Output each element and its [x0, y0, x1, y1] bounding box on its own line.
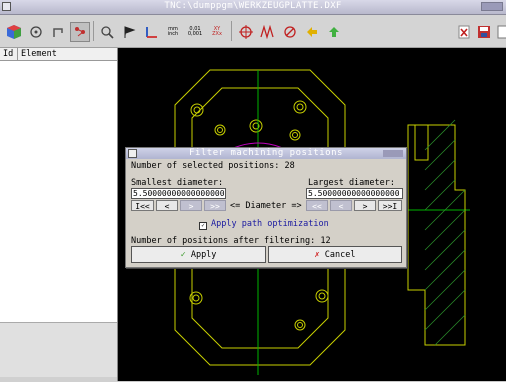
yellow-arrow-icon[interactable] [302, 22, 322, 42]
dialog-title: Filter machining positions [189, 148, 343, 158]
largest-diameter-label: Largest diameter: [308, 178, 395, 188]
column-element[interactable]: Element [18, 48, 57, 60]
resolution-glyph: 0,01 0,001 [187, 26, 203, 37]
crosshair-icon[interactable] [26, 22, 46, 42]
contour-icon-graphic [53, 28, 63, 37]
smallest-first-button[interactable]: I<< [131, 200, 154, 211]
cancel-button[interactable]: ✗ Cancel [268, 246, 402, 263]
wave-icon-graphic [260, 25, 274, 39]
checkbox-check-icon[interactable]: ✓ [199, 222, 207, 230]
cancel-button-label: Cancel [324, 250, 356, 260]
flag-icon-graphic [124, 26, 136, 38]
smallest-last-button[interactable]: >> [204, 200, 226, 211]
smallest-diameter-label: Smallest diameter: [131, 178, 224, 188]
crosshair-icon-graphic [30, 26, 42, 38]
cube-icon[interactable] [4, 22, 24, 42]
flag-icon[interactable] [119, 22, 139, 42]
smallest-next-button[interactable]: > [180, 200, 202, 211]
check-icon: ✓ [180, 250, 186, 260]
dialog-titlebar: Filter machining positions [126, 148, 406, 159]
largest-next-button[interactable]: > [354, 200, 376, 211]
diameter-label: <= Diameter => [230, 201, 302, 211]
save-icon[interactable] [474, 22, 494, 42]
document-icon[interactable] [493, 22, 506, 42]
close-file-icon[interactable] [454, 22, 474, 42]
units-mm-inch-glyph: mm inch [167, 26, 179, 37]
coordinate-glyph: XY ZXx [212, 26, 222, 37]
properties-panel [0, 322, 117, 382]
section-hatch [424, 119, 466, 346]
apply-button-label: Apply [190, 250, 217, 260]
column-id[interactable]: Id [0, 48, 18, 60]
after-filter-count-label: Number of positions after filtering: 12 [131, 236, 331, 246]
toolbar-separator [93, 21, 94, 41]
dialog-controls[interactable] [383, 150, 403, 157]
element-list-header: Id Element [0, 48, 117, 61]
zoom-icon-graphic [101, 26, 114, 39]
axis-icon[interactable] [141, 22, 161, 42]
horizontal-scrollbar[interactable] [0, 377, 117, 382]
filter-positions-dialog: Filter machining positions Number of sel… [125, 147, 407, 268]
no-entry-icon[interactable] [280, 22, 300, 42]
largest-prev-button[interactable]: < [330, 200, 352, 211]
largest-last-button[interactable]: >>I [378, 200, 402, 211]
origin-icon-graphic [239, 25, 253, 39]
origin-icon[interactable] [236, 22, 256, 42]
path-optimization-label: Apply path optimization [211, 219, 329, 229]
cube-icon-graphic [7, 25, 21, 39]
smallest-diameter-field[interactable]: 5.50000000000000000 [131, 188, 226, 199]
zoom-icon[interactable] [97, 22, 117, 42]
axis-icon-graphic [146, 27, 157, 38]
resolution-icon[interactable]: 0,01 0,001 [185, 22, 205, 42]
units-mm-inch-icon[interactable]: mm inch [163, 22, 183, 42]
contour-icon[interactable] [48, 22, 68, 42]
coordinate-icon[interactable]: XY ZXx [207, 22, 227, 42]
window-title: TNC:\dumppgm\WERKZEUGPLATTE.DXF [164, 1, 342, 11]
no-entry-icon-graphic [284, 26, 296, 38]
largest-diameter-field[interactable]: 5.50000000000000000 [306, 188, 403, 199]
largest-first-button[interactable]: << [306, 200, 328, 211]
save-icon-graphic [478, 26, 490, 38]
close-file-icon-graphic [458, 25, 470, 39]
wave-icon[interactable] [258, 22, 278, 42]
positions-icon[interactable] [70, 22, 90, 42]
document-icon-graphic [497, 25, 506, 39]
positions-icon-graphic [75, 27, 85, 37]
toolbar: mm inch 0,01 0,001 XY ZXx [0, 15, 506, 48]
green-arrow-icon-graphic [329, 27, 339, 37]
window-titlebar: TNC:\dumppgm\WERKZEUGPLATTE.DXF [0, 0, 506, 15]
selected-count-label: Number of selected positions: 28 [131, 161, 295, 171]
cancel-x-icon: ✗ [314, 250, 320, 260]
element-list-panel[interactable]: Id Element [0, 48, 118, 382]
apply-button[interactable]: ✓ Apply [131, 246, 266, 263]
window-controls[interactable] [481, 2, 503, 11]
yellow-arrow-icon-graphic [307, 27, 317, 37]
green-arrow-icon[interactable] [324, 22, 344, 42]
smallest-prev-button[interactable]: < [156, 200, 178, 211]
path-optimization-checkbox[interactable]: ✓ Apply path optimization [199, 219, 329, 230]
toolbar-separator [231, 21, 232, 41]
